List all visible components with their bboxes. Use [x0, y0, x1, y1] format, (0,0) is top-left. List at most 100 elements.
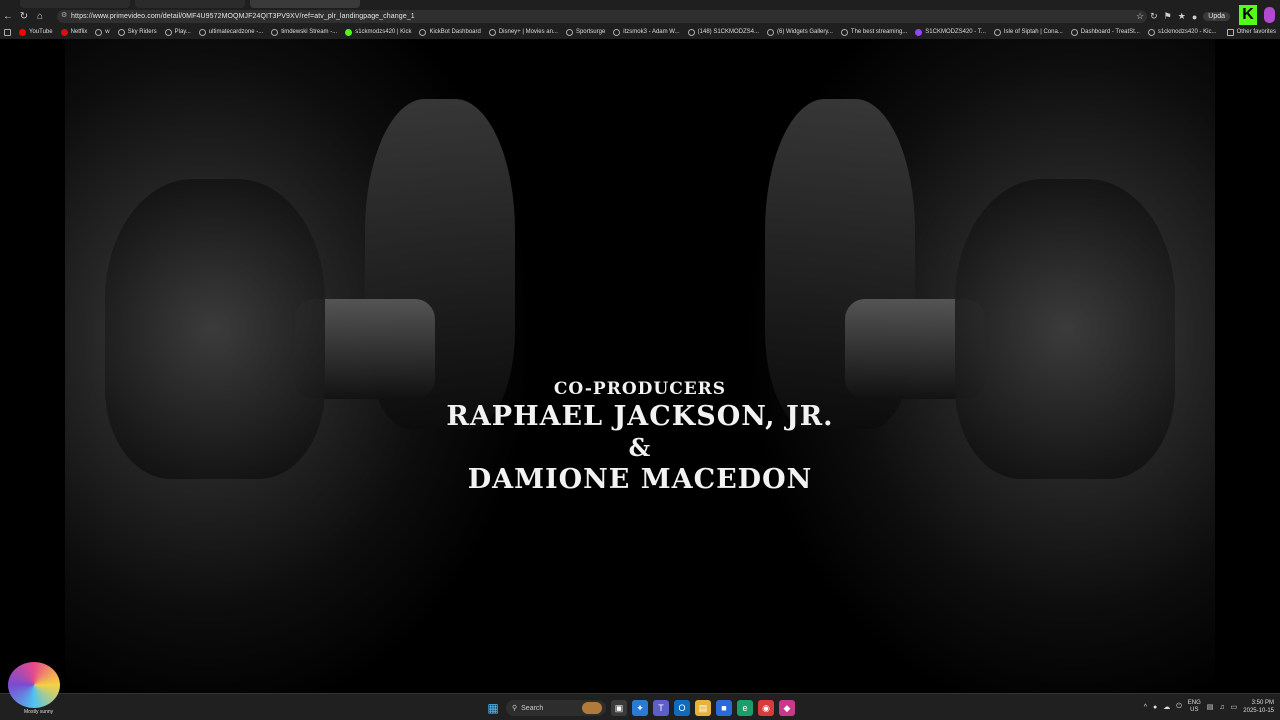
play-icon — [164, 28, 172, 36]
credit-name-2: DAMIONE MACEDON — [467, 464, 813, 495]
refresh-extension-icon[interactable]: ↻ — [1150, 11, 1158, 22]
bookmark-item[interactable]: S1CKMODZS420 - T... — [911, 28, 990, 36]
bookmark-item[interactable]: Sportsurge — [562, 28, 609, 36]
favorites-icon[interactable]: ★ — [1178, 11, 1186, 22]
bookmark-item[interactable]: s1ckmodzs420 - Kic... — [1144, 28, 1221, 36]
bookmark-label: Disney+ | Movies an... — [498, 29, 558, 35]
bookmark-label: KickBot Dashboard — [429, 29, 481, 35]
credit-name-1: RAPHAEL JACKSON, JR. — [446, 401, 834, 432]
edge-icon[interactable]: e — [737, 700, 753, 716]
task-view-icon[interactable]: ▣ — [611, 700, 627, 716]
outlook-icon[interactable]: O — [674, 700, 690, 716]
bookmark-label: S1CKMODZS420 - T... — [925, 29, 986, 35]
bookmark-label: (6) Widgets Gallery... — [777, 29, 833, 35]
teams-icon[interactable]: T — [653, 700, 669, 716]
apps-icon[interactable] — [0, 28, 15, 36]
bookmark-item[interactable]: (148) S1CKMODZS4... — [684, 28, 763, 36]
bookmark-item[interactable]: Isle of Siptah | Cona... — [990, 28, 1067, 36]
browser-tab[interactable] — [20, 0, 130, 8]
language-label: ENG — [1187, 700, 1201, 706]
bookmark-item[interactable]: The best streaming... — [837, 28, 911, 36]
bookmarks-bar: YouTube Netflix w Sky Riders Play... ultimate… — [0, 25, 1280, 39]
chrome-icon[interactable]: ◉ — [758, 700, 774, 716]
bookmark-item[interactable]: Netflix — [57, 28, 92, 36]
overlay-icon — [1264, 7, 1275, 23]
globe-icon — [1070, 28, 1078, 36]
home-icon[interactable]: ⌂ — [32, 9, 48, 25]
clock[interactable]: 3:50 PM 2025-10-15 — [1243, 699, 1274, 715]
windows-start-icon[interactable]: ▦ — [485, 700, 501, 716]
bot-icon — [419, 28, 427, 36]
network-icon[interactable]: ▤ — [1207, 703, 1214, 711]
globe-icon — [198, 28, 206, 36]
bookmark-label: (148) S1CKMODZS4... — [697, 29, 760, 35]
video-figure-left — [65, 39, 535, 693]
time-text: 3:50 PM — [1251, 700, 1274, 706]
weather-widget[interactable]: Mostly sunny — [4, 662, 64, 720]
reload-icon[interactable]: ↻ — [16, 9, 32, 25]
globe-icon — [117, 28, 125, 36]
usb-icon[interactable]: ⏻ — [1176, 703, 1182, 711]
battery-icon[interactable]: ▭ — [1231, 703, 1238, 711]
store-icon[interactable]: ■ — [716, 700, 732, 716]
profile-avatar[interactable]: ● — [1192, 12, 1197, 22]
volume-icon[interactable]: ♫ — [1219, 704, 1224, 711]
taskbar: Mostly sunny ▦ ⚲ Search ▣ ✦ T O ▤ ■ e ◉ … — [0, 662, 1280, 720]
other-favorites[interactable]: Other favorites — [1226, 25, 1276, 39]
bookmark-item[interactable]: KickBot Dashboard — [415, 28, 484, 36]
language-indicator[interactable]: ENG US — [1188, 700, 1201, 714]
bookmark-item[interactable]: Dashboard - TreatSt... — [1067, 28, 1144, 36]
copilot-icon[interactable]: ✦ — [632, 700, 648, 716]
globe-icon — [95, 28, 103, 36]
bookmark-label: ultimatecardzone -... — [208, 29, 264, 35]
kick-icon — [345, 28, 353, 36]
end-credits: CO-PRODUCERS RAPHAEL JACKSON, JR. & DAMI… — [0, 378, 1280, 496]
globe-icon — [993, 28, 1001, 36]
globe-icon — [488, 28, 496, 36]
bookmark-item[interactable]: itzsmok3 - Adam W... — [609, 28, 683, 36]
video-player[interactable] — [0, 39, 1280, 693]
bookmark-item[interactable]: s1ckmodzs420 | Kick — [341, 28, 415, 36]
extensions-icon[interactable]: ⚑ — [1164, 11, 1172, 22]
bookmark-item[interactable]: Sky Riders — [114, 28, 161, 36]
bookmark-label: Sky Riders — [127, 29, 157, 35]
bookmark-item[interactable]: Disney+ | Movies an... — [485, 28, 562, 36]
taskbar-search[interactable]: ⚲ Search — [506, 700, 606, 716]
bookmark-label: s1ckmodzs420 | Kick — [355, 29, 412, 35]
app-icon[interactable]: ◆ — [779, 700, 795, 716]
region-label: US — [1190, 707, 1199, 713]
netflix-icon — [60, 28, 68, 36]
bookmark-item[interactable]: (6) Widgets Gallery... — [763, 28, 837, 36]
back-icon[interactable]: ← — [0, 9, 16, 25]
weather-text: Mostly sunny — [24, 709, 54, 715]
chevron-up-icon[interactable]: ^ — [1144, 704, 1147, 711]
bookmark-item[interactable]: YouTube — [15, 28, 57, 36]
bookmark-label: w — [105, 29, 110, 35]
globe-icon — [1147, 28, 1155, 36]
bookmark-label: YouTube — [29, 29, 53, 35]
bookmark-label: Netflix — [70, 29, 88, 35]
browser-tab-active[interactable] — [250, 0, 360, 8]
search-label: Search — [521, 704, 544, 712]
file-explorer-icon[interactable]: ▤ — [695, 700, 711, 716]
app-tray-icon[interactable]: ● — [1153, 704, 1157, 711]
cloud-icon[interactable]: ☁ — [1163, 703, 1170, 711]
star-icon[interactable]: ☆ — [1136, 11, 1144, 22]
update-button[interactable]: Upda — [1203, 12, 1230, 21]
address-bar[interactable]: ⚙ https://www.primevideo.com/detail/0MF4… — [57, 10, 1147, 23]
browser-tab[interactable] — [135, 0, 245, 8]
bookmark-label: Dashboard - TreatSt... — [1080, 29, 1140, 35]
system-tray: ^ ● ☁ ⏻ ENG US ▤ ♫ ▭ 3:50 PM 2025-10-15 — [1144, 694, 1280, 720]
bookmark-label: s1ckmodzs420 - Kic... — [1157, 29, 1217, 35]
bookmark-item[interactable]: Play... — [161, 28, 195, 36]
credit-ampersand: & — [628, 433, 652, 462]
site-info-icon[interactable]: ⚙ — [61, 12, 69, 20]
video-frame — [65, 39, 1215, 693]
search-icon: ⚲ — [512, 705, 518, 712]
bookmark-label: itzsmok3 - Adam W... — [623, 29, 680, 35]
bookmark-item[interactable]: ultimatecardzone -... — [195, 28, 267, 36]
globe-icon — [687, 28, 695, 36]
bookmark-item[interactable]: w — [91, 28, 113, 36]
globe-icon — [840, 28, 848, 36]
bookmark-item[interactable]: timdewski Stream -... — [267, 28, 341, 36]
